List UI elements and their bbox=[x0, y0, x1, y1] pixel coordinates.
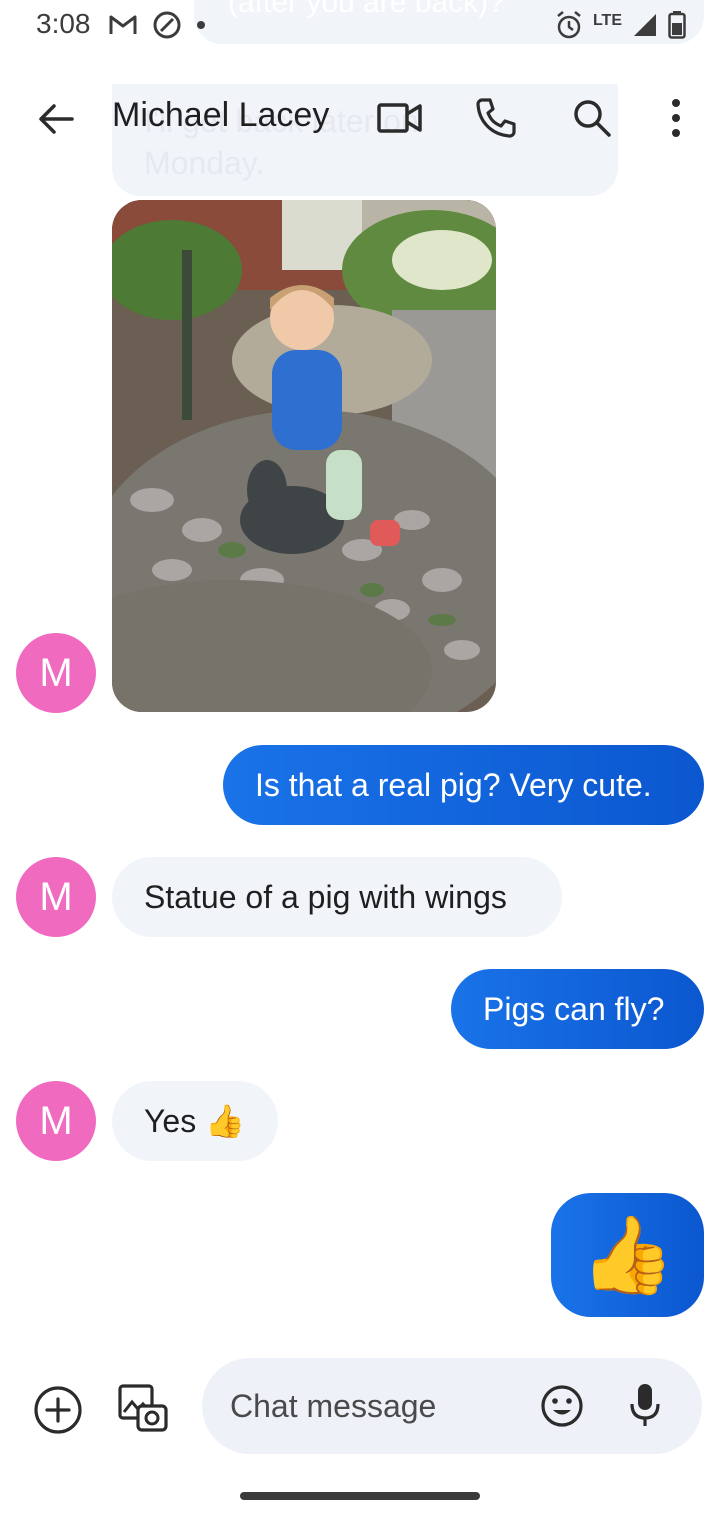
search-icon bbox=[574, 100, 611, 137]
more-vert-icon bbox=[672, 99, 680, 137]
outgoing-message[interactable]: Pigs can fly? bbox=[451, 969, 704, 1049]
gallery-camera-button[interactable] bbox=[116, 1382, 170, 1436]
message-text: Is that a real pig? Very cute. bbox=[255, 766, 652, 803]
alarm-icon bbox=[557, 11, 581, 39]
gallery-camera-icon bbox=[118, 1384, 168, 1432]
notification-dot-icon bbox=[197, 21, 205, 29]
arrow-back-icon bbox=[39, 104, 74, 134]
emoji-icon bbox=[541, 1385, 583, 1427]
thumbs-up-emoji: 👍 bbox=[580, 1213, 675, 1298]
incoming-message[interactable]: Statue of a pig with wings bbox=[112, 857, 562, 937]
photo-image bbox=[112, 200, 496, 712]
emoji-button[interactable] bbox=[540, 1384, 584, 1428]
signal-icon bbox=[634, 14, 656, 36]
voice-call-button[interactable] bbox=[470, 92, 522, 144]
status-notification-icons bbox=[108, 10, 206, 40]
message-input-placeholder: Chat message bbox=[230, 1388, 437, 1424]
battery-icon bbox=[668, 11, 686, 39]
voice-input-button[interactable] bbox=[628, 1382, 662, 1430]
avatar[interactable]: M bbox=[16, 1081, 96, 1161]
message-text: Pigs can fly? bbox=[483, 990, 665, 1027]
data-saver-icon bbox=[153, 11, 181, 39]
video-call-button[interactable] bbox=[374, 92, 426, 144]
contact-name[interactable]: Michael Lacey bbox=[112, 96, 329, 135]
avatar-initial: M bbox=[39, 1098, 73, 1143]
phone-icon bbox=[476, 98, 516, 138]
previous-message-text: (after you are back)? bbox=[228, 0, 505, 19]
avatar[interactable]: M bbox=[16, 857, 96, 937]
message-text: Yes 👍 bbox=[144, 1103, 245, 1139]
avatar-initial: M bbox=[39, 874, 73, 919]
outgoing-emoji-message[interactable]: 👍 bbox=[551, 1193, 704, 1317]
add-circle-icon bbox=[34, 1386, 82, 1434]
conversation-header: Michael Lacey bbox=[0, 70, 720, 162]
search-button[interactable] bbox=[566, 92, 618, 144]
network-type-label: LTE bbox=[592, 12, 622, 29]
more-options-button[interactable] bbox=[650, 92, 702, 144]
status-time: 3:08 bbox=[36, 8, 91, 39]
photo-attachment[interactable] bbox=[112, 200, 496, 712]
avatar-initial: M bbox=[39, 650, 73, 695]
microphone-icon bbox=[630, 1384, 660, 1426]
outgoing-message[interactable]: Is that a real pig? Very cute. bbox=[223, 745, 704, 825]
back-button[interactable] bbox=[30, 94, 80, 144]
avatar[interactable]: M bbox=[16, 633, 96, 713]
incoming-message[interactable]: Yes 👍 bbox=[112, 1081, 278, 1161]
gesture-navigation-handle[interactable] bbox=[240, 1492, 480, 1500]
video-camera-icon bbox=[377, 103, 422, 133]
message-text: Statue of a pig with wings bbox=[144, 878, 507, 915]
add-attachment-button[interactable] bbox=[32, 1384, 84, 1436]
status-system-icons: LTE bbox=[555, 10, 686, 40]
gmail-icon bbox=[109, 15, 137, 34]
